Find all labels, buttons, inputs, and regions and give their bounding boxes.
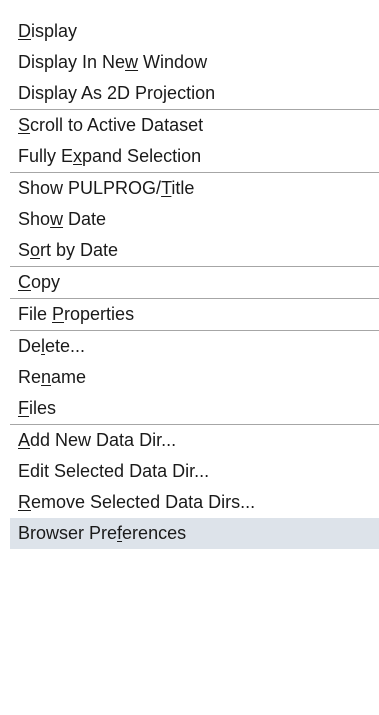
menu-item-label-pre: Edit Selected Data Dir... [18, 461, 210, 481]
menu-group: Delete... Rename Files [10, 330, 379, 424]
menu-item-mnemonic: w [50, 209, 64, 229]
menu-item-display-in-new-window[interactable]: Display In New Window [10, 47, 379, 78]
menu-item-label-post: ame [51, 367, 87, 387]
menu-item-display[interactable]: Display [10, 16, 379, 47]
menu-item-edit-selected-data-dir[interactable]: Edit Selected Data Dir... [10, 456, 379, 487]
menu-item-label-pre: Sho [18, 209, 51, 229]
menu-item-display-as-2d-projection[interactable]: Display As 2D Projection [10, 78, 379, 109]
menu-item-label-post: emove Selected Data Dirs... [31, 492, 256, 512]
menu-item-label-post: roperties [64, 304, 135, 324]
menu-group: File Properties [10, 298, 379, 330]
menu-item-mnemonic: n [41, 367, 52, 387]
menu-item-mnemonic: P [52, 304, 65, 324]
menu-item-label-pre: Display As 2D Projection [18, 83, 216, 103]
menu-group: Display Display In New Window Display As 2… [10, 16, 379, 109]
menu-item-show-pulprog-title[interactable]: Show PULPROG/Title [10, 173, 379, 204]
menu-item-sort-by-date[interactable]: Sort by Date [10, 235, 379, 266]
menu-item-fully-expand-selection[interactable]: Fully Expand Selection [10, 141, 379, 172]
menu-item-label-post: Window [138, 52, 208, 72]
menu-item-label-pre: Fully E [18, 146, 74, 166]
menu-item-mnemonic: F [18, 398, 29, 418]
menu-item-label-post: rt by Date [40, 240, 119, 260]
menu-group: Copy [10, 266, 379, 298]
context-menu: Display Display In New Window Display As 2… [10, 0, 379, 715]
menu-item-label-post: itle [171, 178, 195, 198]
menu-item-mnemonic: T [161, 178, 172, 198]
menu-item-label-pre: Display In Ne [18, 52, 126, 72]
menu-item-label-post: dd New Data Dir... [30, 430, 177, 450]
menu-item-mnemonic: x [73, 146, 83, 166]
menu-item-mnemonic: R [18, 492, 31, 512]
menu-item-label-post: pand Selection [82, 146, 202, 166]
menu-item-mnemonic: D [18, 21, 31, 41]
menu-item-label-pre: Show PULPROG/ [18, 178, 162, 198]
menu-group: Scroll to Active Dataset Fully Expand Sel… [10, 109, 379, 172]
menu-item-add-new-data-dir[interactable]: Add New Data Dir... [10, 425, 379, 456]
menu-item-label-post: ete... [45, 336, 86, 356]
menu-item-label-post: isplay [31, 21, 78, 41]
menu-group: Show PULPROG/Title Show Date Sort by Date [10, 172, 379, 266]
menu-item-label-pre: Browser Pre [18, 523, 118, 543]
menu-item-mnemonic: w [125, 52, 139, 72]
menu-item-label-post: iles [29, 398, 57, 418]
menu-item-label-post: Date [63, 209, 107, 229]
menu-item-label-post: erences [122, 523, 187, 543]
menu-item-show-date[interactable]: Show Date [10, 204, 379, 235]
menu-item-copy[interactable]: Copy [10, 267, 379, 298]
menu-item-scroll-to-active-dataset[interactable]: Scroll to Active Dataset [10, 110, 379, 141]
menu-item-mnemonic: o [30, 240, 41, 260]
menu-group: Add New Data Dir... Edit Selected Data Di… [10, 424, 379, 549]
menu-item-label-pre: File [18, 304, 53, 324]
menu-item-label-post: opy [31, 272, 61, 292]
menu-item-file-properties[interactable]: File Properties [10, 299, 379, 330]
menu-top-padding [10, 0, 379, 16]
menu-item-mnemonic: A [18, 430, 31, 450]
menu-item-rename[interactable]: Rename [10, 362, 379, 393]
menu-item-mnemonic: S [18, 115, 31, 135]
menu-item-remove-selected-data-dirs[interactable]: Remove Selected Data Dirs... [10, 487, 379, 518]
menu-item-label-post: croll to Active Dataset [30, 115, 204, 135]
menu-groups: Display Display In New Window Display As 2… [10, 16, 379, 549]
menu-item-delete[interactable]: Delete... [10, 331, 379, 362]
menu-item-label-pre: Re [18, 367, 42, 387]
menu-item-mnemonic: C [18, 272, 31, 292]
menu-item-label-pre: De [18, 336, 42, 356]
menu-item-label-pre: S [18, 240, 31, 260]
menu-item-files[interactable]: Files [10, 393, 379, 424]
menu-item-browser-preferences[interactable]: Browser Preferences [10, 518, 379, 549]
